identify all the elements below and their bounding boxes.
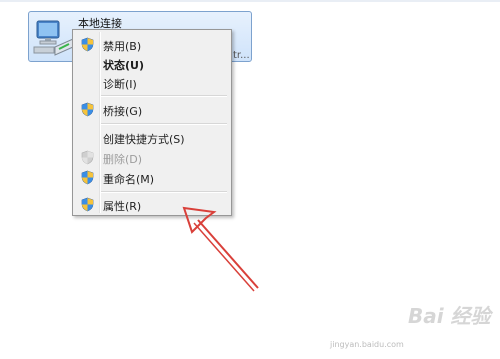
watermark-url: jingyan.baidu.com <box>330 340 404 349</box>
menu-item-label: 删除(D) <box>103 153 143 166</box>
menu-separator <box>101 95 227 97</box>
menu-item-label: 禁用(B) <box>103 40 142 53</box>
menu-item-disable[interactable]: 禁用(B) <box>75 35 229 54</box>
menu-item-label: 状态(U) <box>103 59 144 72</box>
menu-item-diagnose[interactable]: 诊断(I) <box>75 73 229 92</box>
menu-item-label: 诊断(I) <box>103 78 137 91</box>
shield-icon <box>81 170 94 185</box>
shield-icon <box>81 197 94 212</box>
shield-icon <box>81 37 94 52</box>
menu-item-label: 重命名(M) <box>103 173 155 186</box>
shield-icon-disabled <box>81 150 94 165</box>
network-adapter-icon <box>33 20 74 56</box>
annotation-arrow-icon <box>182 206 259 292</box>
shield-icon <box>81 102 94 117</box>
watermark-brand: Bai 经验 <box>408 304 491 328</box>
menu-item-label: 属性(R) <box>103 200 142 213</box>
window-top-border <box>0 0 500 2</box>
menu-item-delete[interactable]: 删除(D) <box>75 148 229 167</box>
menu-separator <box>101 123 227 125</box>
menu-item-bridge[interactable]: 桥接(G) <box>75 100 229 119</box>
menu-item-status[interactable]: 状态(U) <box>75 54 229 73</box>
menu-item-label: 桥接(G) <box>103 105 143 118</box>
adapter-device-text: tr... <box>233 50 250 61</box>
menu-item-rename[interactable]: 重命名(M) <box>75 168 229 187</box>
menu-item-create-shortcut[interactable]: 创建快捷方式(S) <box>75 128 229 147</box>
baidu-jingyan-watermark: Bai 经验 <box>408 300 498 358</box>
menu-item-label: 创建快捷方式(S) <box>103 133 185 146</box>
